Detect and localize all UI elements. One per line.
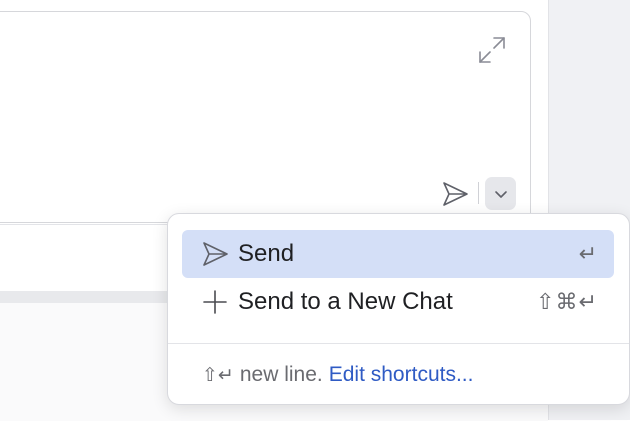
shortcut-hint: ↵	[578, 241, 598, 267]
newline-shortcut-keys: ⇧↵	[202, 364, 234, 386]
menu-item-label: Send to a New Chat	[238, 288, 453, 315]
shortcut-hint: ⇧⌘↵	[536, 289, 598, 315]
menu-footer: ⇧↵ new line. Edit shortcuts...	[202, 360, 473, 390]
expand-icon	[479, 37, 505, 63]
plus-icon	[200, 287, 230, 317]
menu-item-send-to-new-chat[interactable]: Send to a New Chat ⇧⌘↵	[182, 278, 614, 326]
edit-shortcuts-link[interactable]: Edit shortcuts...	[329, 363, 474, 387]
menu-divider	[168, 343, 629, 344]
chevron-down-icon	[494, 190, 507, 198]
send-icon	[443, 182, 468, 206]
send-options-menu: Send ↵ Send to a New Chat ⇧⌘↵ ⇧↵ new lin…	[167, 213, 630, 405]
menu-item-label: Send	[238, 240, 295, 267]
send-options-dropdown-button[interactable]	[485, 177, 516, 210]
expand-button[interactable]	[476, 34, 508, 66]
send-button[interactable]	[438, 178, 472, 210]
button-separator	[478, 182, 479, 204]
send-icon	[200, 239, 230, 269]
newline-hint: new line.	[239, 363, 323, 386]
menu-item-send[interactable]: Send ↵	[182, 230, 614, 278]
